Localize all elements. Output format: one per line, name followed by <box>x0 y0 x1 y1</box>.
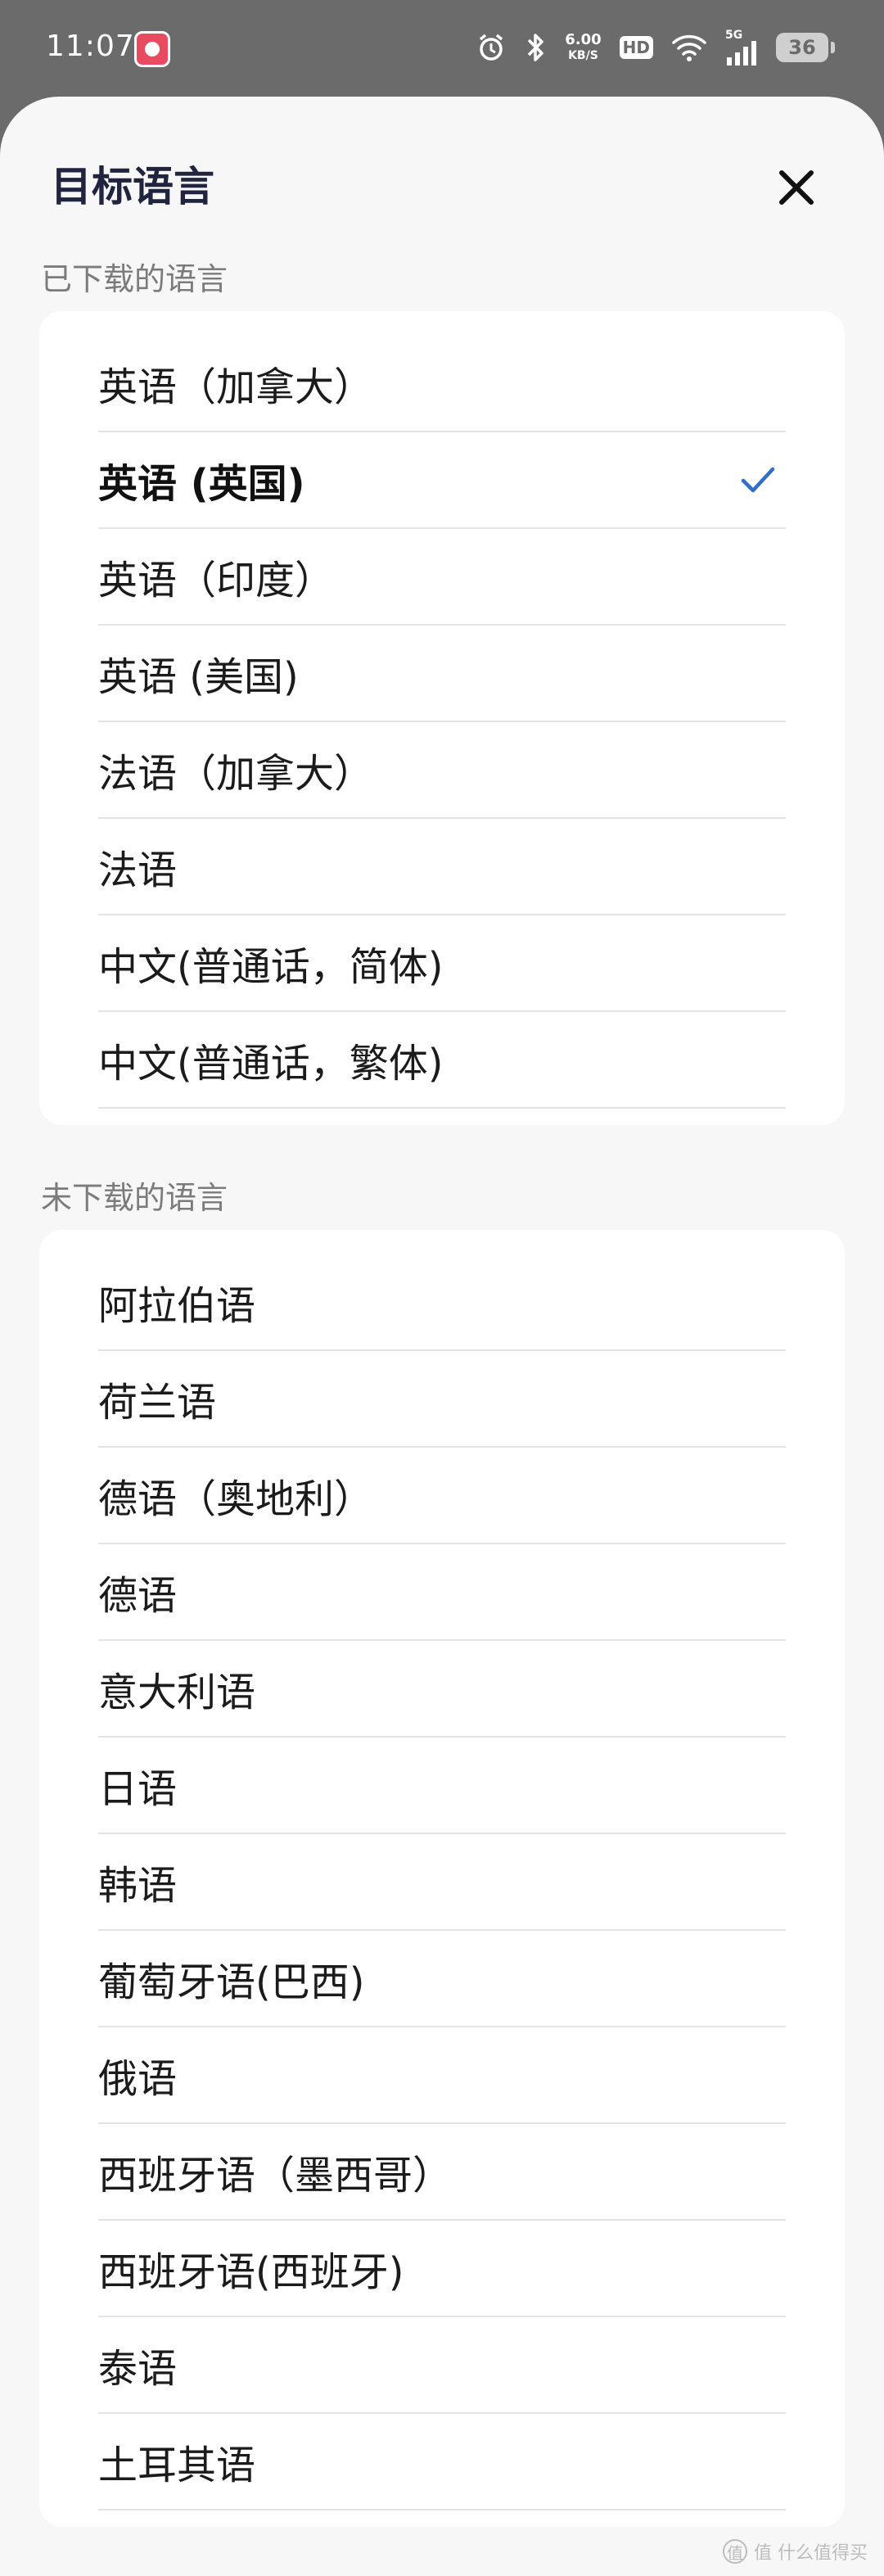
watermark: 值 值 什么值得买 <box>723 2538 868 2565</box>
language-option[interactable]: 中文(普通话，繁体) <box>98 1012 786 1109</box>
network-speed: 6.00 KB/S <box>565 30 602 63</box>
language-label: 韩语 <box>98 1863 178 1909</box>
language-label: 法语（加拿大） <box>98 751 374 797</box>
language-option[interactable]: 英语 (美国) <box>98 626 786 722</box>
language-option[interactable]: 泰语 <box>98 2317 786 2414</box>
status-bar: 11:07 6.00 KB/S HD 5G 36 <box>0 0 884 97</box>
net-speed-value: 6.00 <box>565 30 602 48</box>
language-label: 土耳其语 <box>98 2443 256 2488</box>
hd-icon: HD <box>619 36 653 59</box>
status-time: 11:07 <box>46 29 135 63</box>
app-notification-icon <box>134 31 170 67</box>
language-label: 英语（印度） <box>98 558 335 603</box>
system-icons: 6.00 KB/S HD 5G 36 <box>476 28 835 67</box>
language-label: 日语 <box>98 1766 178 1812</box>
close-button[interactable] <box>761 152 832 223</box>
downloaded-section-label: 已下载的语言 <box>41 261 228 297</box>
language-option[interactable]: 德语（奥地利） <box>98 1448 786 1544</box>
language-label: 荷兰语 <box>98 1380 217 1426</box>
language-option[interactable]: 土耳其语 <box>98 2414 786 2510</box>
language-option[interactable]: 意大利语 <box>98 1641 786 1738</box>
cellular-signal-icon: 5G <box>725 29 758 66</box>
language-option[interactable]: 法语（加拿大） <box>98 722 786 819</box>
language-label: 中文(普通话，简体) <box>98 944 444 990</box>
language-label: 意大利语 <box>98 1670 256 1715</box>
language-option[interactable]: 葡萄牙语(巴西) <box>98 1931 786 2027</box>
language-label: 俄语 <box>98 2056 178 2102</box>
language-option[interactable]: 阿拉伯语 <box>98 1254 786 1351</box>
alarm-icon <box>476 33 506 62</box>
language-option[interactable]: 韩语 <box>98 1834 786 1931</box>
close-icon <box>779 170 814 205</box>
language-label: 德语（奥地利） <box>98 1476 374 1522</box>
language-label: 英语（加拿大） <box>98 364 374 410</box>
language-option[interactable]: 德语 <box>98 1544 786 1641</box>
language-label: 泰语 <box>98 2346 178 2392</box>
language-label: 阿拉伯语 <box>98 1283 256 1329</box>
language-option[interactable]: 俄语 <box>98 2027 786 2124</box>
language-label: 西班牙语(西班牙) <box>98 2249 404 2295</box>
language-label: 英语 (美国) <box>98 654 299 700</box>
language-option-selected[interactable]: 英语 (英国) <box>98 432 786 529</box>
language-label: 西班牙语（墨西哥） <box>98 2153 453 2199</box>
language-label: 英语 (英国) <box>98 461 305 507</box>
language-option[interactable]: 荷兰语 <box>98 1351 786 1448</box>
wifi-icon <box>671 33 707 62</box>
bluetooth-icon <box>524 32 547 63</box>
language-label: 法语 <box>98 847 178 893</box>
language-option[interactable]: 英语（印度） <box>98 529 786 626</box>
language-option[interactable]: 中文(普通话，简体) <box>98 915 786 1012</box>
checkmark-icon <box>741 467 775 493</box>
language-option[interactable]: 西班牙语（墨西哥） <box>98 2124 786 2221</box>
language-label: 中文(普通话，繁体) <box>98 1041 444 1087</box>
language-option[interactable]: 法语 <box>98 819 786 915</box>
downloaded-languages-list: 英语（加拿大） 英语 (英国) 英语（印度） 英语 (美国) 法语（加拿大） 法… <box>39 311 845 1125</box>
not-downloaded-section-label: 未下载的语言 <box>41 1180 228 1216</box>
language-label: 葡萄牙语(巴西) <box>98 1959 365 2005</box>
not-downloaded-languages-list: 阿拉伯语 荷兰语 德语（奥地利） 德语 意大利语 日语 韩语 葡萄牙语(巴西) … <box>39 1230 845 2527</box>
language-option[interactable]: 英语（加拿大） <box>98 336 786 432</box>
net-speed-unit: KB/S <box>568 48 598 62</box>
watermark-logo-icon: 值 <box>723 2539 747 2564</box>
sheet-title: 目标语言 <box>51 163 214 210</box>
language-option[interactable]: 西班牙语(西班牙) <box>98 2221 786 2317</box>
target-language-sheet: 目标语言 已下载的语言 英语（加拿大） 英语 (英国) 英语（印度） 英语 (美… <box>0 97 884 2576</box>
language-label: 德语 <box>98 1573 178 1619</box>
watermark-text: 值 什么值得买 <box>754 2543 868 2564</box>
battery-indicator: 36 <box>776 33 835 62</box>
language-option[interactable]: 日语 <box>98 1738 786 1834</box>
signal-type-label: 5G <box>725 29 743 42</box>
